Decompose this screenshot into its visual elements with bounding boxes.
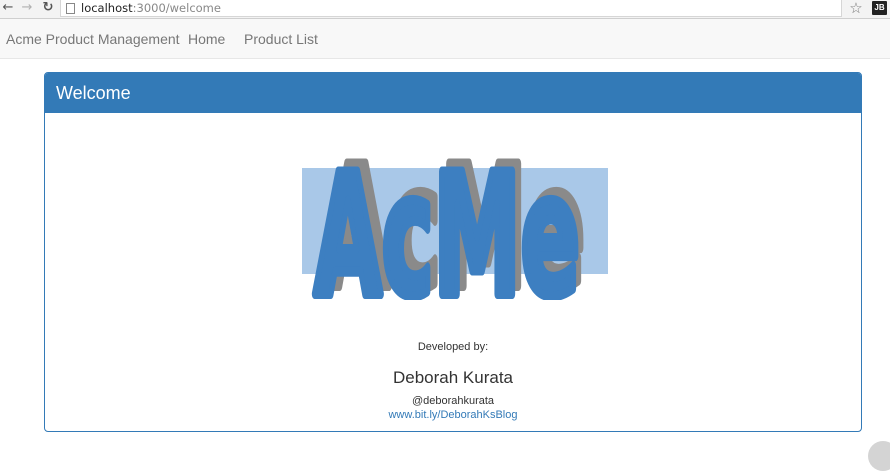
developed-by-label: Developed by: [417,341,489,353]
author-handle: @deborahkurata [411,395,495,407]
forward-arrow-icon[interactable]: → [19,0,35,16]
browser-toolbar: ← → ↻ localhost:3000/welcome ☆ JB [0,0,890,19]
navbar: Acme Product Management Home Product Lis… [0,19,890,59]
welcome-panel: Welcome AcMe AcMe Developed by: Deborah … [44,72,862,432]
nav-link-home[interactable]: Home [188,19,225,59]
address-bar[interactable]: localhost:3000/welcome [60,0,842,17]
panel-title: Welcome [45,73,861,113]
url-host: localhost [81,1,133,15]
scroll-widget[interactable] [868,441,890,471]
extension-icon[interactable]: JB [872,1,887,15]
author-name: Deborah Kurata [392,368,514,387]
author-blog-link[interactable]: www.bit.ly/DeborahKsBlog [388,409,517,421]
logo-text: AcMe [314,138,580,300]
page-icon [66,3,75,14]
back-arrow-icon[interactable]: ← [0,0,16,16]
url-text: localhost:3000/welcome [81,0,221,16]
navbar-brand[interactable]: Acme Product Management [6,19,180,59]
reload-icon[interactable]: ↻ [40,0,56,16]
nav-link-product-list[interactable]: Product List [244,19,318,59]
url-path: :3000/welcome [132,1,221,15]
acme-logo: AcMe AcMe [302,125,608,300]
bookmark-star-icon[interactable]: ☆ [848,0,864,17]
author-link-container: www.bit.ly/DeborahKsBlog [45,409,861,421]
